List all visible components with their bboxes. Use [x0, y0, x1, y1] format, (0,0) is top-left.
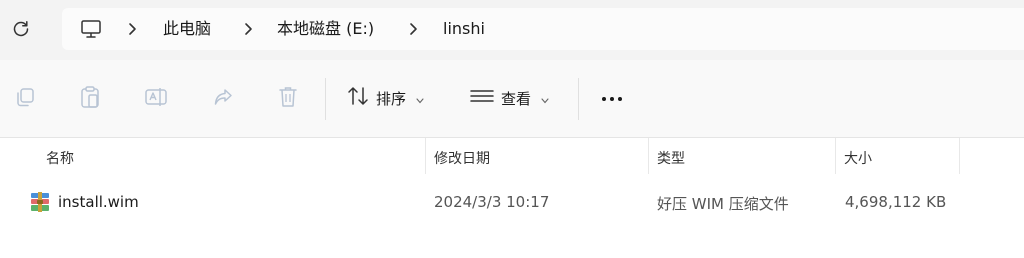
column-header-type[interactable]: 类型: [657, 148, 685, 168]
column-divider[interactable]: [425, 138, 426, 174]
breadcrumb-linshi[interactable]: linshi: [443, 19, 485, 39]
refresh-icon[interactable]: [6, 14, 36, 44]
copy-icon[interactable]: [12, 84, 38, 110]
archive-file-icon: [30, 191, 50, 213]
chevron-right-icon[interactable]: [126, 20, 138, 38]
share-icon[interactable]: [210, 84, 236, 110]
toolbar-divider: [578, 78, 579, 120]
command-bar: 排序 查看: [0, 60, 1024, 138]
sort-icon: [346, 85, 370, 111]
column-divider[interactable]: [835, 138, 836, 174]
column-header-size[interactable]: 大小: [844, 148, 872, 168]
file-row[interactable]: install.wim 2024/3/3 10:17 好压 WIM 压缩文件 4…: [0, 184, 1024, 220]
file-name[interactable]: install.wim: [58, 193, 139, 211]
column-headers: 名称 修改日期 类型 大小: [0, 138, 1024, 176]
column-divider[interactable]: [959, 138, 960, 174]
view-icon: [469, 85, 495, 111]
file-type: 好压 WIM 压缩文件: [657, 195, 789, 213]
chevron-down-icon: [416, 89, 424, 108]
rename-icon[interactable]: [143, 84, 169, 110]
delete-icon[interactable]: [275, 84, 301, 110]
more-icon[interactable]: [596, 84, 628, 114]
address-bar[interactable]: 此电脑 本地磁盘 (E:) linshi: [62, 8, 1024, 50]
chevron-down-icon: [541, 89, 549, 108]
breadcrumb-this-pc[interactable]: 此电脑: [163, 19, 211, 39]
computer-icon[interactable]: [79, 17, 103, 41]
column-divider[interactable]: [648, 138, 649, 174]
file-modified: 2024/3/3 10:17: [434, 193, 550, 211]
sort-label: 排序: [376, 89, 407, 108]
view-button[interactable]: 查看: [469, 82, 549, 114]
file-size: 4,698,112 KB: [845, 193, 947, 211]
breadcrumb-local-disk[interactable]: 本地磁盘 (E:): [277, 19, 374, 39]
toolbar-divider: [325, 78, 326, 120]
column-header-name[interactable]: 名称: [46, 148, 74, 168]
chevron-right-icon[interactable]: [242, 20, 254, 38]
sort-button[interactable]: 排序: [346, 82, 424, 114]
paste-icon[interactable]: [77, 84, 103, 110]
view-label: 查看: [501, 89, 532, 108]
address-bar-region: 此电脑 本地磁盘 (E:) linshi: [0, 0, 1024, 60]
column-header-modified[interactable]: 修改日期: [434, 148, 490, 168]
chevron-right-icon[interactable]: [407, 20, 419, 38]
